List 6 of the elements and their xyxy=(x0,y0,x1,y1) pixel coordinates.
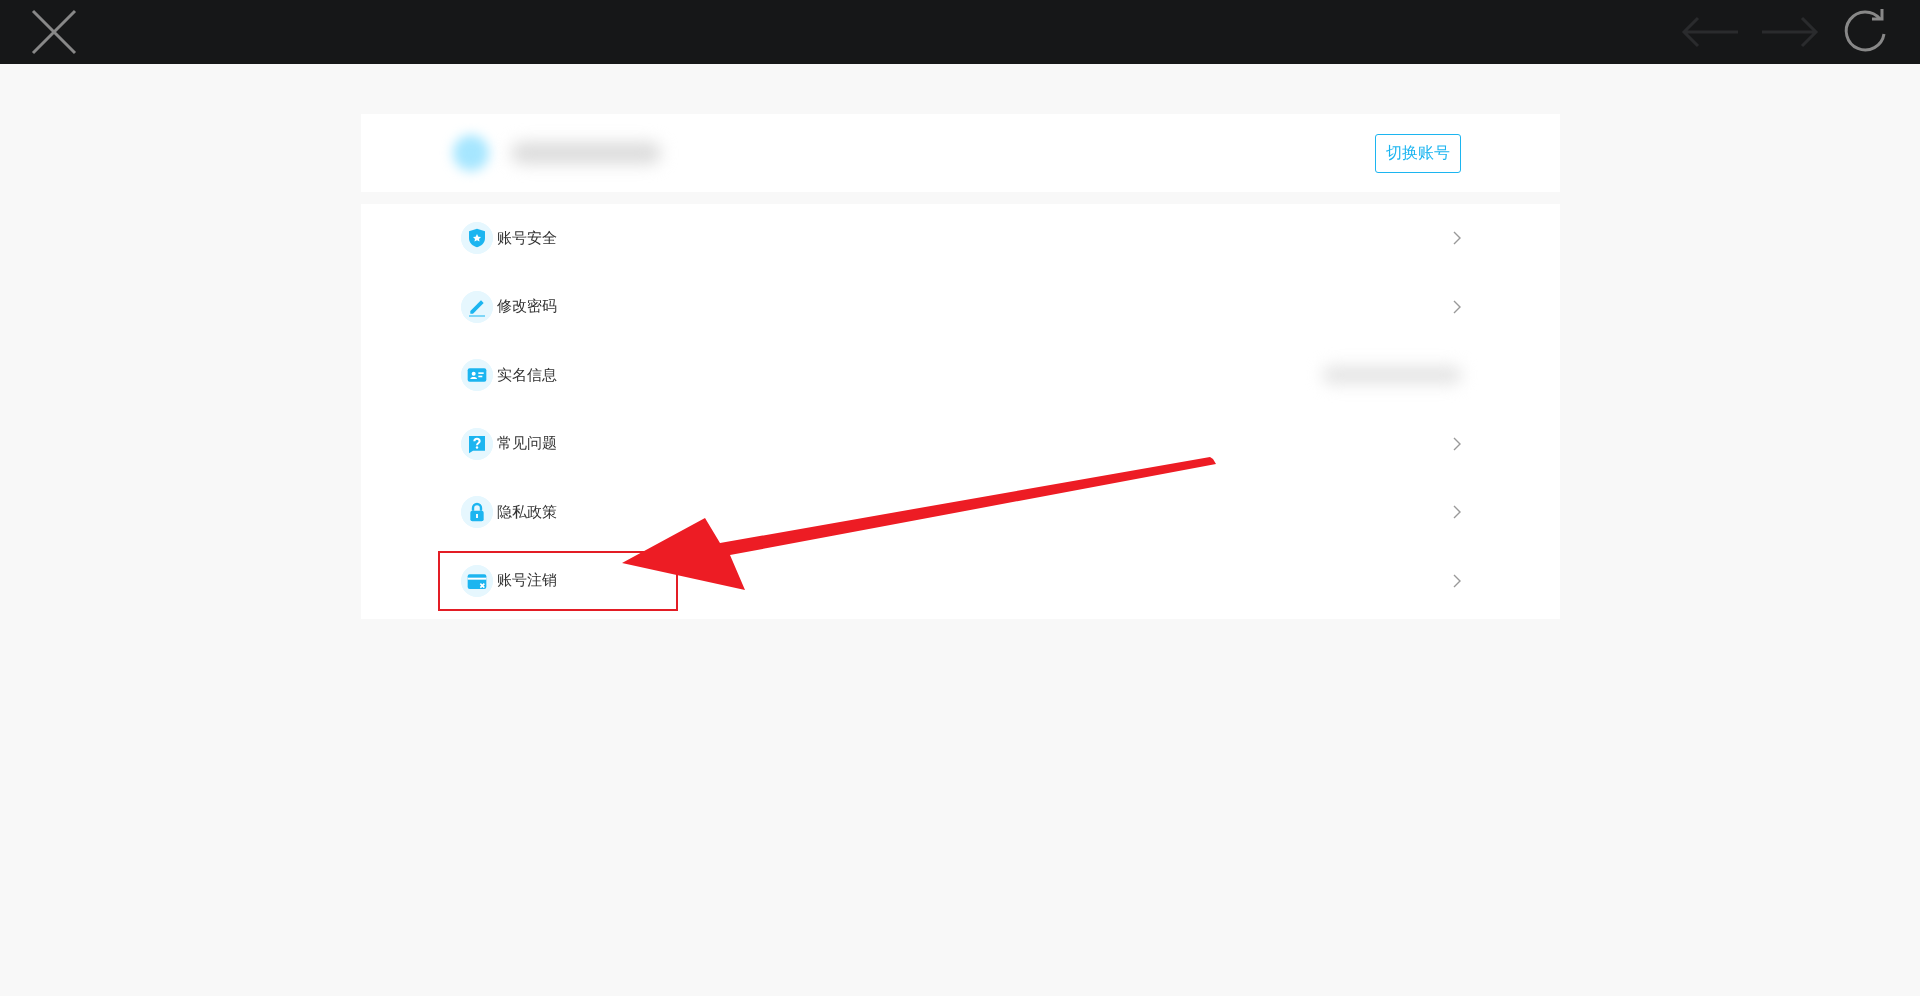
menu-item[interactable]: 账号安全 xyxy=(360,204,1560,273)
menu-item[interactable]: 实名信息 xyxy=(360,341,1560,410)
close-icon[interactable] xyxy=(30,8,78,56)
menu-item[interactable]: 常见问题 xyxy=(360,409,1560,478)
blurred-avatar xyxy=(452,135,489,171)
menu-item[interactable]: 修改密码 xyxy=(360,272,1560,341)
